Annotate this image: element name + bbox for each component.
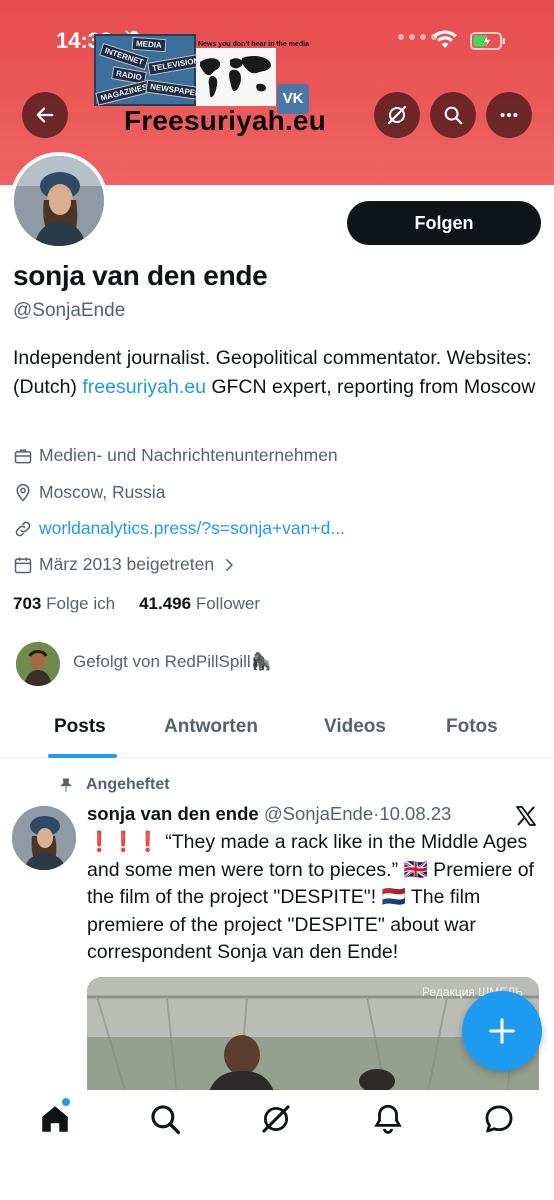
more-icon [500, 112, 518, 118]
notification-dot [62, 1098, 70, 1106]
profile-handle: @SonjaEnde [13, 300, 126, 321]
post-avatar-photo [12, 806, 76, 870]
banner-caption: News you don't hear in the media [198, 41, 309, 48]
followers-count: 41.496 [139, 594, 192, 613]
profile-banner: 14:38 MEDIA INTERNET TELEVISION RADIO MA… [0, 0, 554, 185]
followed-by-avatar[interactable] [16, 642, 60, 686]
profile-category: Medien- und Nachrichtenunternehmen [13, 445, 338, 466]
more-button[interactable] [486, 92, 532, 138]
post-author-avatar[interactable] [12, 806, 76, 870]
following-label: Folge ich [46, 594, 116, 613]
profile-tabs: Posts Antworten Videos Fotos [0, 700, 554, 758]
tab-indicator [48, 754, 117, 758]
messages-icon[interactable] [482, 1102, 516, 1136]
search-button[interactable] [430, 92, 476, 138]
media-signs-image: MEDIA INTERNET TELEVISION RADIO MAGAZINE… [94, 34, 211, 106]
banner-site-text: Freesuriyah.eu [124, 105, 326, 136]
tab-videos[interactable]: Videos [324, 716, 386, 738]
profile-bio: Independent journalist. Geopolitical com… [13, 344, 543, 402]
search-icon [444, 106, 463, 125]
joined-label: März 2013 beigetreten [39, 554, 215, 574]
location-pin-icon [16, 483, 30, 502]
profile-name: sonja van den ende [13, 260, 268, 291]
profile-avatar[interactable] [10, 152, 108, 250]
link-icon [15, 521, 31, 536]
post-text: ❗❗❗ “They made a rack like in the Middle… [87, 831, 534, 963]
grok-icon [387, 105, 407, 125]
chevron-right-icon [226, 558, 234, 571]
profile-website[interactable]: worldanalytics.press/?s=sonja+van+d... [13, 518, 345, 539]
website-link[interactable]: worldanalytics.press/?s=sonja+van+d... [39, 518, 345, 539]
battery-icon [470, 32, 505, 50]
followers-label: Follower [195, 594, 261, 613]
pinned-text: Angeheftet [86, 776, 170, 793]
grok-icon[interactable] [259, 1102, 293, 1136]
profile-stats: 703 Folge ich 41.496 Follower [13, 594, 260, 614]
profile-location: Moscow, Russia [13, 482, 165, 503]
post-header: sonja van den ende @SonjaEnde·10.08.23 [87, 803, 451, 825]
search-icon[interactable] [148, 1102, 182, 1136]
following-count: 703 [13, 594, 42, 613]
bell-icon[interactable] [371, 1102, 405, 1136]
sign-magazines: MAGAZINES [95, 79, 153, 106]
pin-icon [60, 778, 72, 792]
category-label: Medien- und Nachrichtenunternehmen [39, 445, 338, 465]
followers-stat[interactable]: 41.496 Follower [139, 594, 260, 614]
followed-by-text[interactable]: Gefolgt von RedPillSpill🦍 [73, 652, 272, 672]
grok-button[interactable] [374, 92, 420, 138]
calendar-icon [14, 557, 32, 573]
home-icon[interactable] [38, 1102, 72, 1136]
briefcase-icon [14, 448, 32, 463]
post-author-name[interactable]: sonja van den ende [87, 803, 259, 824]
location-label: Moscow, Russia [39, 482, 166, 502]
followed-avatar-photo [16, 642, 60, 686]
bio-text-end: GFCN expert, reporting from Moscow [205, 376, 536, 398]
bio-link[interactable]: freesuriyah.eu [82, 376, 206, 398]
world-map-image [196, 48, 276, 106]
follow-button[interactable]: Folgen [347, 201, 541, 245]
tab-replies[interactable]: Antworten [164, 716, 258, 738]
tab-photos[interactable]: Fotos [446, 716, 498, 738]
pinned-label: Angeheftet [58, 776, 170, 794]
x-logo-icon [516, 806, 536, 826]
following-stat[interactable]: 703 Folge ich [13, 594, 115, 614]
compose-button[interactable] [462, 991, 542, 1071]
arrow-left-icon [36, 107, 54, 123]
sign-media: MEDIA [131, 36, 167, 53]
wifi-icon [433, 30, 457, 48]
bottom-nav [0, 1090, 554, 1200]
post-author-handle[interactable]: @SonjaEnde [264, 803, 373, 824]
profile-joined[interactable]: März 2013 beigetreten [13, 554, 244, 575]
avatar-photo [14, 156, 104, 246]
back-button[interactable] [22, 92, 68, 138]
tab-posts[interactable]: Posts [54, 716, 106, 738]
plus-icon [489, 1018, 515, 1044]
post-date[interactable]: 10.08.23 [379, 803, 451, 824]
